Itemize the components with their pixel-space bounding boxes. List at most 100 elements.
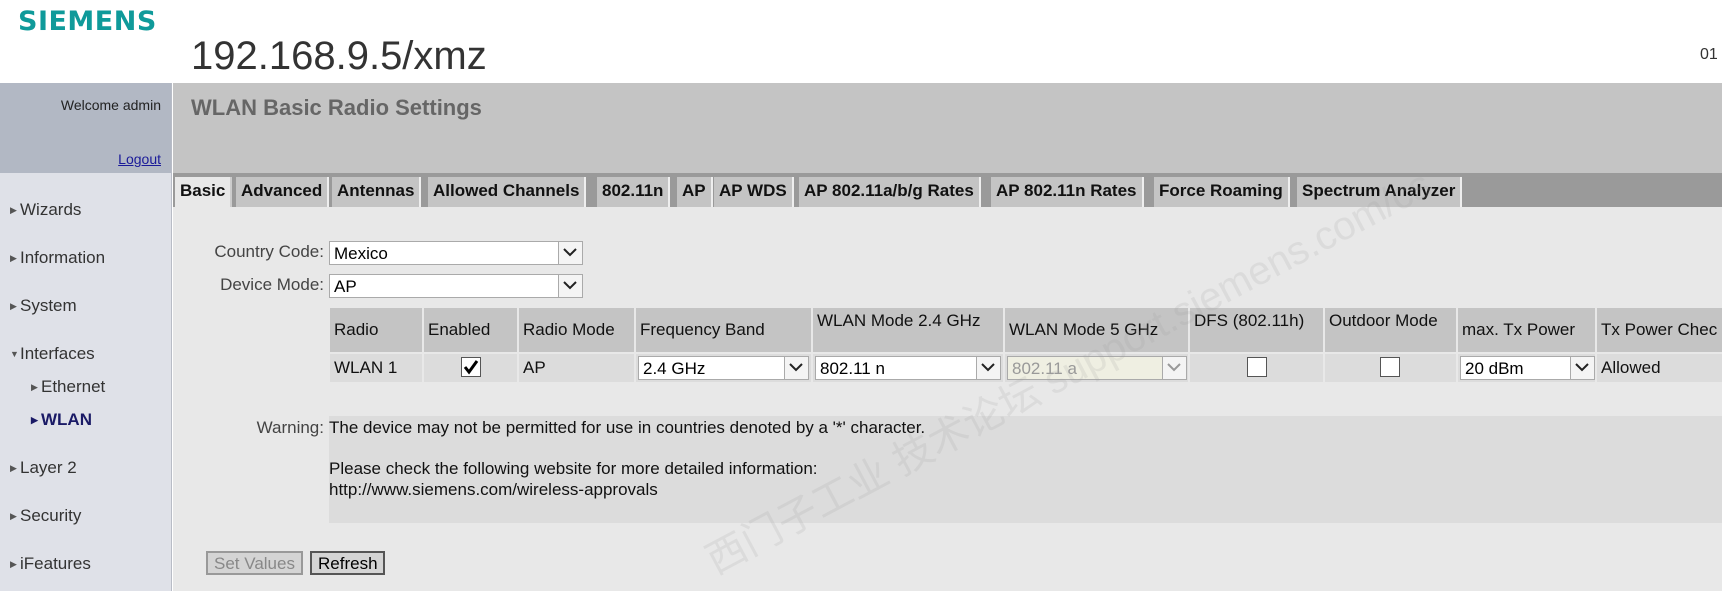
sidebar-item-information[interactable]: ▶ Information [10,248,105,268]
dfs-checkbox[interactable] [1247,357,1267,377]
welcome-box: Welcome admin Logout [0,83,171,173]
select-value: 20 dBm [1465,359,1524,378]
col-header-max-tx-power: max. Tx Power [1458,308,1597,352]
triangle-right-icon: ▶ [10,205,17,215]
select-value: 802.11 n [820,359,885,378]
chevron-down-icon [1570,357,1594,379]
select-value: AP [334,277,357,296]
page-title: WLAN Basic Radio Settings [191,95,482,120]
tab-spectrum-analyzer[interactable]: Spectrum Analyzer [1297,177,1463,207]
outdoor-mode-checkbox[interactable] [1380,357,1400,377]
chevron-down-icon [558,275,582,297]
select-value: 2.4 GHz [643,359,706,378]
cell-frequency-band: 2.4 GHz [636,354,813,382]
device-mode-label: Device Mode: [220,275,324,294]
welcome-text: Welcome admin [60,97,161,113]
country-code-select[interactable]: Mexico [329,241,583,265]
sidebar-item-label: WLAN [41,410,92,429]
wlan-mode-5-select: 802.11 a [1007,356,1187,380]
checkmark-icon [463,360,479,375]
triangle-right-icon: ▶ [10,511,17,521]
cell-wlan-mode-24: 802.11 n [813,354,1005,382]
col-header-radio: Radio [330,308,424,352]
warning-box: The device may not be permitted for use … [329,416,1722,523]
sidebar-item-label: Ethernet [41,377,106,396]
select-value: 802.11 a [1012,359,1077,378]
sidebar-item-wizards[interactable]: ▶ Wizards [10,200,81,220]
col-header-tx-power-check: Tx Power Chec [1597,308,1722,352]
triangle-right-icon: ▶ [10,301,17,311]
tab-basic[interactable]: Basic [175,177,233,207]
tab-ap-abg-rates[interactable]: AP 802.11a/b/g Rates [799,177,981,207]
triangle-right-icon: ▶ [31,415,38,425]
cell-outdoor-mode [1325,354,1458,382]
sidebar-item-label: System [20,296,77,315]
warning-label: Warning: [256,418,324,437]
sidebar-item-ethernet[interactable]: ▶ Ethernet [31,377,105,397]
tab-80211n[interactable]: 802.11n [597,177,671,207]
frequency-band-select[interactable]: 2.4 GHz [638,356,809,380]
triangle-right-icon: ▶ [10,559,17,569]
country-code-label: Country Code: [214,242,324,261]
sidebar-item-label: Interfaces [20,344,95,363]
corner-text: 01 [1700,46,1718,63]
sidebar-item-system[interactable]: ▶ System [10,296,77,316]
max-tx-power-select[interactable]: 20 dBm [1460,356,1595,380]
chevron-down-icon [976,357,1000,379]
triangle-down-icon: ▼ [10,349,19,359]
sidebar-item-security[interactable]: ▶ Security [10,506,81,526]
cell-max-tx-power: 20 dBm [1458,354,1597,382]
tab-antennas[interactable]: Antennas [332,177,422,207]
tab-advanced[interactable]: Advanced [236,177,330,207]
tab-ap-wds[interactable]: AP WDS [714,177,794,207]
chevron-down-icon [1162,357,1186,379]
col-header-frequency-band: Frequency Band [636,308,813,352]
refresh-button[interactable]: Refresh [310,551,385,575]
sidebar-item-label: Information [20,248,106,267]
enabled-checkbox[interactable] [461,357,481,377]
triangle-right-icon: ▶ [10,253,17,263]
sidebar: Welcome admin Logout ▶ Wizards ▶ Informati… [0,83,172,591]
sidebar-item-ifeatures[interactable]: ▶ iFeatures [10,554,91,574]
tab-force-roaming[interactable]: Force Roaming [1154,177,1290,207]
select-value: Mexico [334,244,388,263]
sidebar-item-label: Wizards [20,200,82,219]
col-header-outdoor-mode: Outdoor Mode [1325,308,1458,352]
cell-wlan-mode-5: 802.11 a [1005,354,1190,382]
tab-ap[interactable]: AP [677,177,713,207]
tab-allowed-channels[interactable]: Allowed Channels [428,177,587,207]
device-title: 192.168.9.5/xmz [191,34,487,78]
col-header-wlan-mode-5: WLAN Mode 5 GHz [1005,308,1190,352]
set-values-button[interactable]: Set Values [206,551,303,575]
page-header: SIEMENS 192.168.9.5/xmz 01 [0,0,1722,83]
sidebar-item-label: iFeatures [20,554,91,573]
warning-line-3: http://www.siemens.com/wireless-approval… [329,480,658,499]
chevron-down-icon [558,242,582,264]
col-header-wlan-mode-24: WLAN Mode 2.4 GHz [813,308,1005,352]
tab-bar: Basic Advanced Antennas Allowed Channels… [173,173,1722,207]
tab-ap-n-rates[interactable]: AP 802.11n Rates [991,177,1144,207]
logout-link[interactable]: Logout [118,151,161,167]
sidebar-item-interfaces[interactable]: ▼Interfaces [10,344,95,364]
page-head: WLAN Basic Radio Settings [173,83,1722,173]
col-header-dfs: DFS (802.11h) [1190,308,1325,352]
triangle-right-icon: ▶ [10,463,17,473]
triangle-right-icon: ▶ [31,382,38,392]
sidebar-item-label: Layer 2 [20,458,77,477]
device-mode-select[interactable]: AP [329,274,583,298]
warning-line-2: Please check the following website for m… [329,459,818,478]
sidebar-item-label: Security [20,506,82,525]
wlan-mode-24-select[interactable]: 802.11 n [815,356,1001,380]
siemens-logo: SIEMENS [18,6,157,37]
col-header-radio-mode: Radio Mode [519,308,636,352]
cell-tx-power-check: Allowed [1597,354,1722,382]
chevron-down-icon [784,357,808,379]
sidebar-item-wlan[interactable]: ▶ WLAN [31,410,92,430]
cell-dfs [1190,354,1325,382]
sidebar-item-layer2[interactable]: ▶ Layer 2 [10,458,77,478]
warning-line-1: The device may not be permitted for use … [329,418,926,437]
col-header-enabled: Enabled [424,308,519,352]
cell-enabled [424,354,519,382]
cell-radio-mode: AP [519,354,636,382]
cell-radio: WLAN 1 [330,354,424,382]
